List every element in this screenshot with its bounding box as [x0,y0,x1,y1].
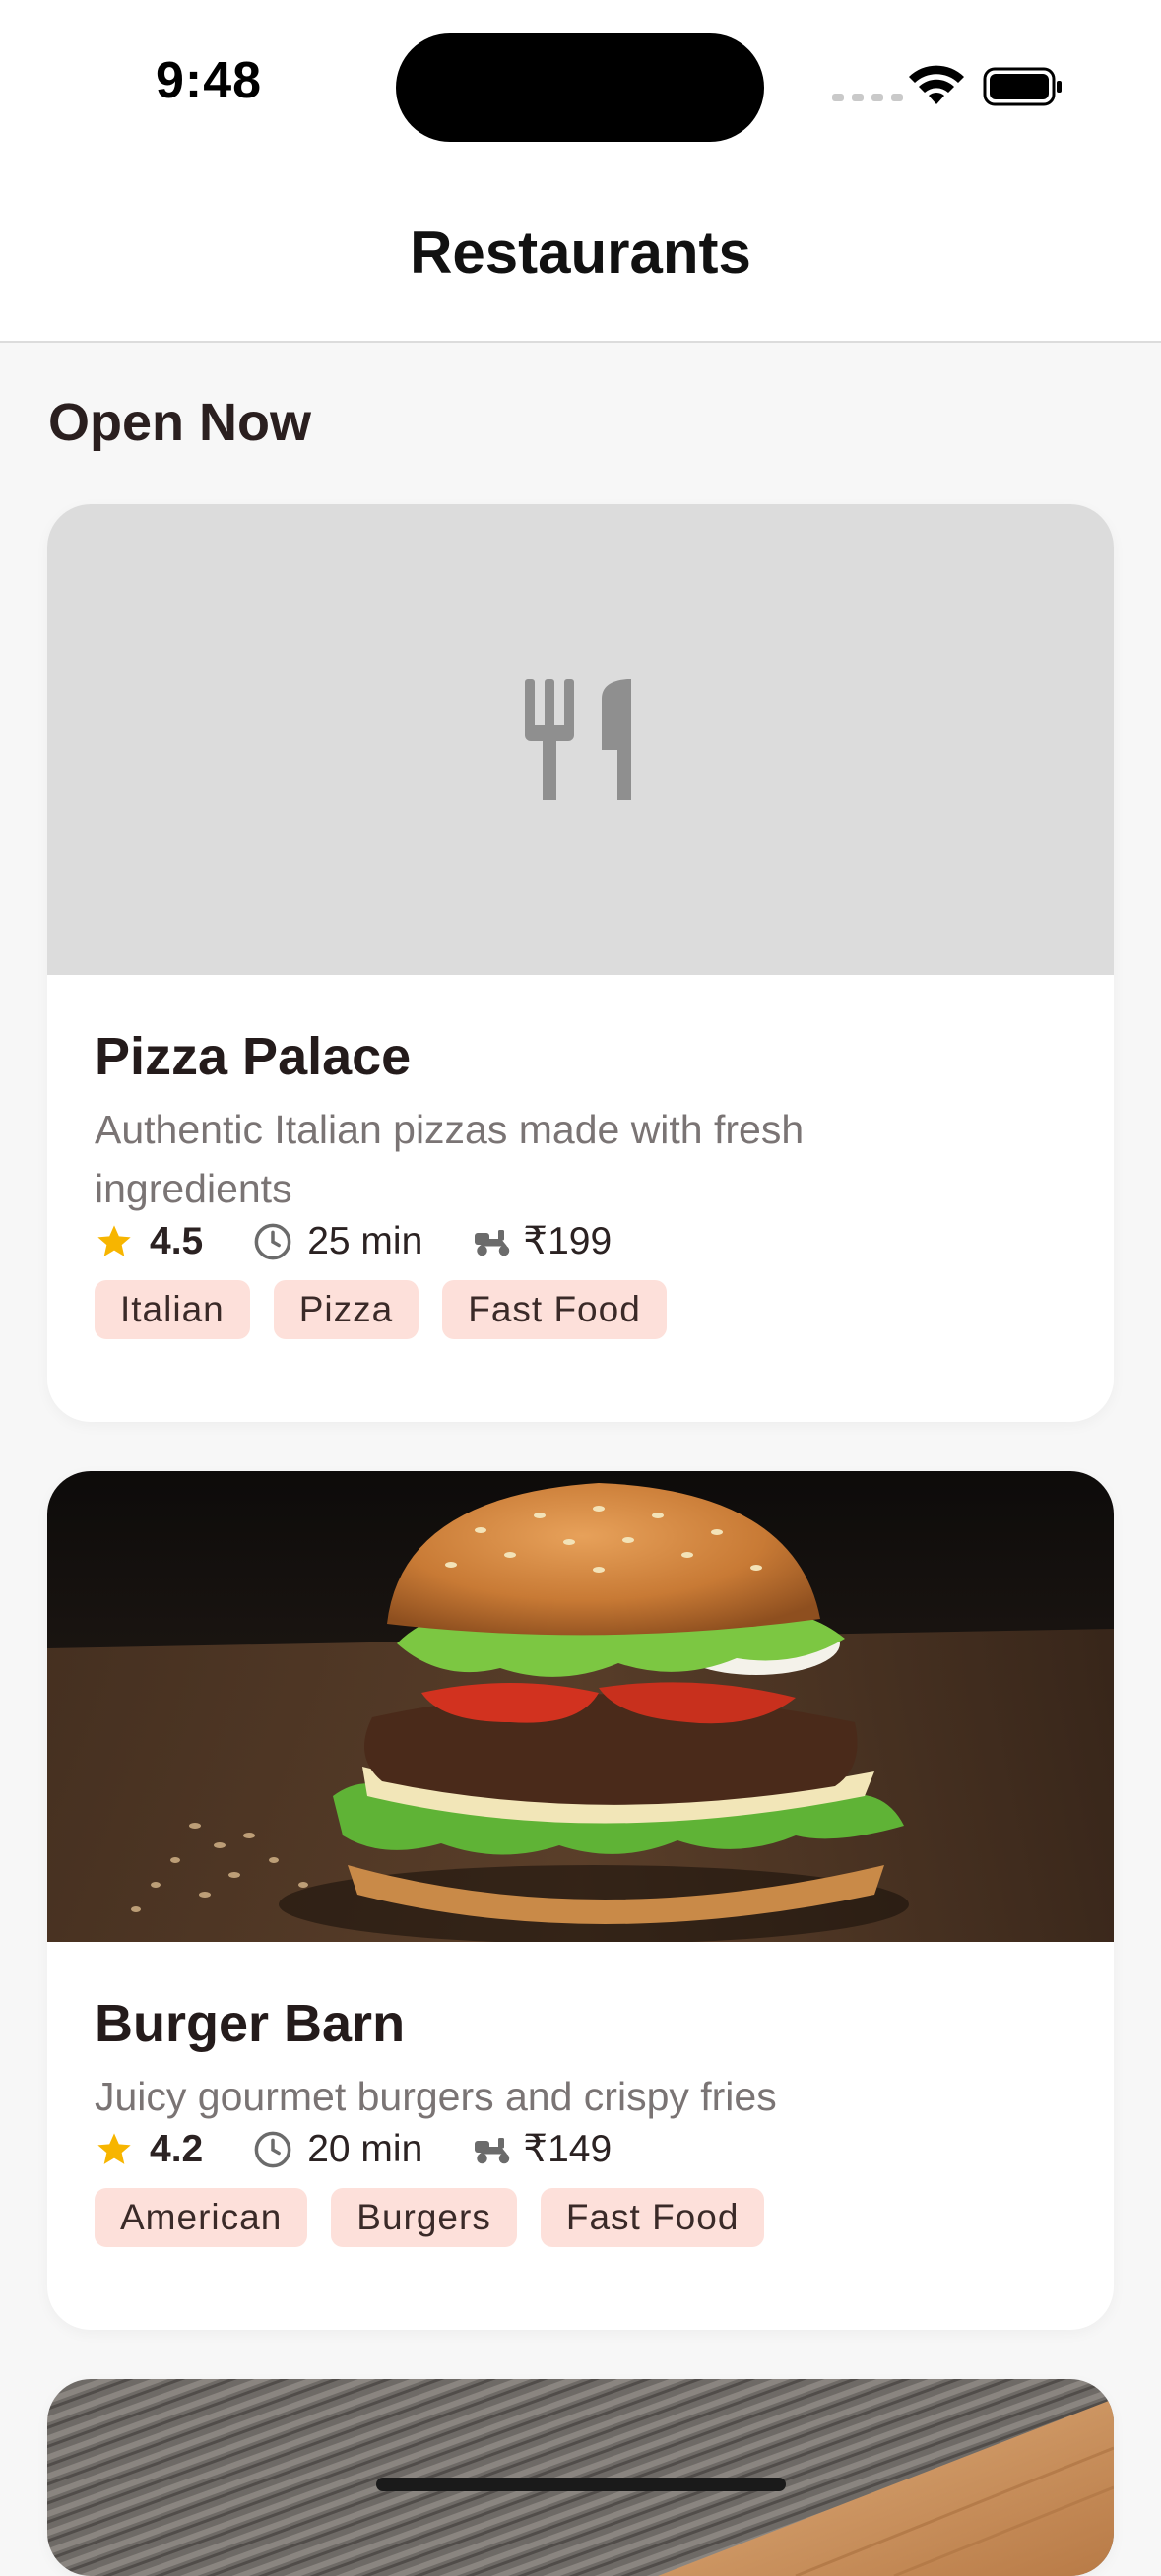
delivery-time: 25 min [307,1219,423,1262]
restaurant-description: Authentic Italian pizzas made with fresh… [95,1107,805,1211]
rating-value: 4.2 [150,2127,204,2170]
restaurant-card[interactable]: Burger Barn Juicy gourmet burgers and cr… [47,1471,1114,2330]
tag-list: Italian Pizza Fast Food [95,1280,667,1339]
tag-chip: Italian [95,1280,250,1339]
restaurant-name: Pizza Palace [95,1027,412,1086]
tag-list: American Burgers Fast Food [95,2188,765,2247]
nav-header: Restaurants [0,167,1161,343]
restaurant-meta: 4.2 20 min ₹149 [95,2127,612,2171]
battery-icon [983,67,1062,106]
tag-chip: Burgers [331,2188,517,2247]
delivery-scooter-icon [475,1229,510,1256]
section-title-open-now: Open Now [48,393,311,452]
dynamic-island [396,33,764,142]
restaurant-name: Burger Barn [95,1994,406,2053]
tag-chip: Fast Food [442,1280,667,1339]
clock-icon [254,2131,291,2167]
clock-icon [254,1223,291,1259]
restaurant-meta: 4.5 25 min ₹199 [95,1219,612,1263]
status-time: 9:48 [156,52,263,109]
burger-photo [47,1471,1114,1944]
delivery-scooter-icon [475,2137,510,2163]
rating-value: 4.5 [150,1219,204,1262]
home-indicator[interactable] [376,2478,786,2491]
delivery-fee: ₹149 [523,2128,613,2170]
restaurant-description: Juicy gourmet burgers and crispy fries [95,2074,777,2119]
restaurant-image-placeholder [47,504,1114,975]
wifi-icon [909,65,964,104]
tag-chip: American [95,2188,308,2247]
tag-chip: Fast Food [540,2188,765,2247]
cellular-signal-icon [832,94,903,101]
star-icon [97,1224,131,1256]
restaurant-image-burger [47,1471,1114,1944]
delivery-fee: ₹199 [523,1220,613,1262]
status-bar: 9:48 [0,0,1161,167]
utensils-icon [525,679,631,800]
restaurant-card[interactable]: Pizza Palace Authentic Italian pizzas ma… [47,504,1114,1422]
delivery-time: 20 min [307,2127,423,2170]
star-icon [97,2132,131,2164]
page-title: Restaurants [410,220,751,286]
tag-chip: Pizza [273,1280,419,1339]
